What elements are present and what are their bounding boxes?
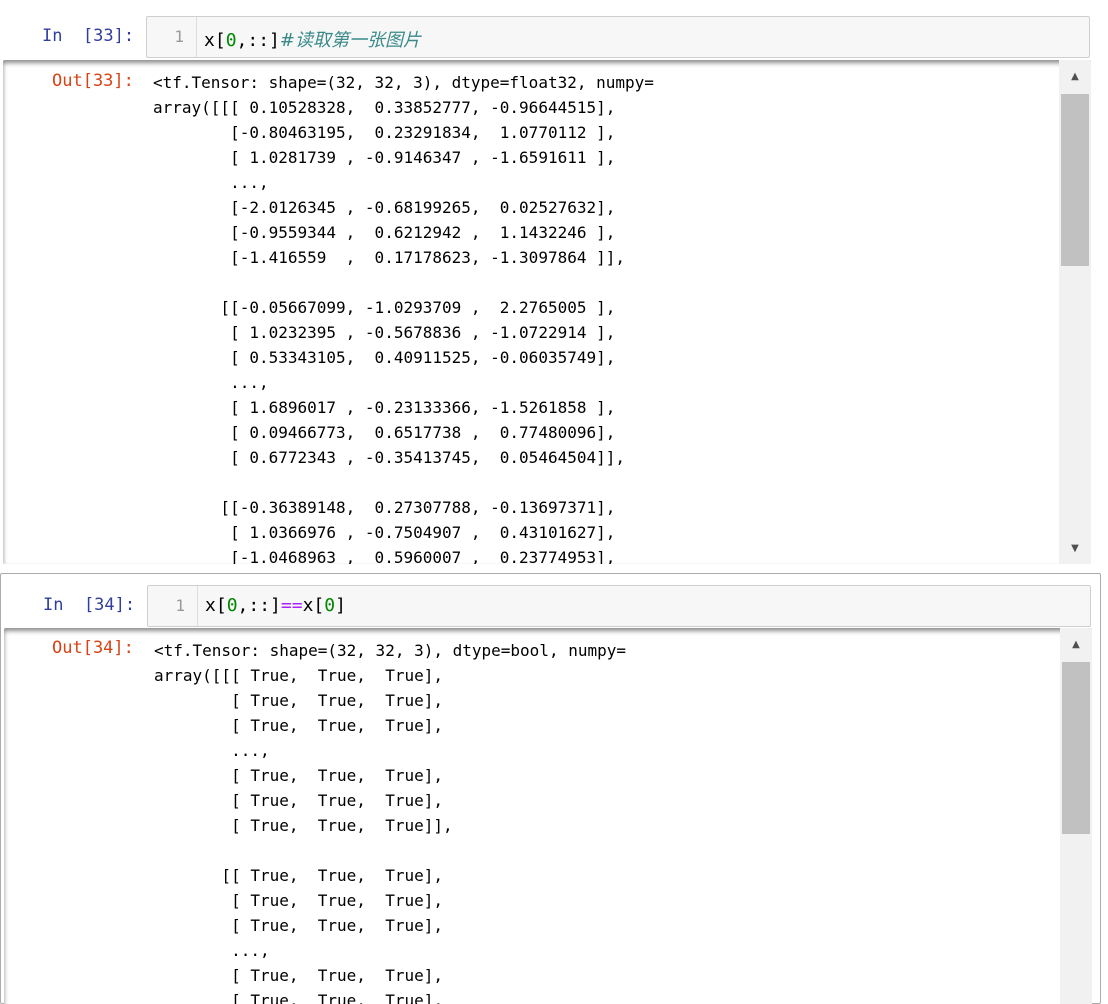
code-comment: #读取第一张图片	[279, 30, 421, 51]
code-token: x[	[204, 30, 226, 51]
line-number-gutter: 1	[147, 17, 197, 57]
output-scrollbar[interactable]: ▲	[1060, 628, 1092, 1004]
code-token: ]	[335, 595, 346, 616]
code-number: 0	[225, 30, 237, 51]
code-input-area[interactable]: 1 x[0,::]#读取第一张图片	[146, 16, 1090, 58]
output-scrollbar[interactable]: ▲ ▼	[1059, 60, 1091, 564]
code-line[interactable]: x[0,::]#读取第一张图片	[204, 26, 421, 52]
line-number-gutter: 1	[148, 586, 198, 626]
output-area[interactable]: <tf.Tensor: shape=(32, 32, 3), dtype=boo…	[4, 628, 1092, 1004]
output-prompt: Out[34]:	[52, 638, 134, 658]
line-number: 1	[174, 27, 184, 46]
code-number: 0	[324, 595, 336, 616]
notebook-cell-34[interactable]: In [34]: 1 x[0,::]==x[0] <tf.Tensor: sha…	[0, 573, 1101, 1004]
line-number: 1	[175, 596, 185, 615]
scroll-up-arrow-icon[interactable]: ▲	[1059, 60, 1091, 92]
input-prompt: In [34]:	[43, 595, 136, 615]
output-area[interactable]: <tf.Tensor: shape=(32, 32, 3), dtype=flo…	[3, 60, 1091, 564]
output-text: <tf.Tensor: shape=(32, 32, 3), dtype=flo…	[153, 73, 654, 564]
code-line[interactable]: x[0,::]==x[0]	[205, 595, 346, 616]
code-token: ,::]	[236, 30, 280, 51]
notebook-cell-33[interactable]: In [33]: 1 x[0,::]#读取第一张图片 <tf.Tensor: s…	[0, 0, 1100, 570]
scroll-up-arrow-icon[interactable]: ▲	[1060, 628, 1092, 660]
code-token: x[	[205, 595, 227, 616]
scroll-down-arrow-icon[interactable]: ▼	[1059, 532, 1091, 564]
output-prompt: Out[33]:	[52, 71, 134, 91]
input-prompt: In [33]:	[42, 26, 135, 46]
code-operator: ==	[280, 595, 303, 616]
scrollbar-thumb[interactable]	[1061, 94, 1089, 266]
code-input-area[interactable]: 1 x[0,::]==x[0]	[147, 585, 1091, 627]
scrollbar-thumb[interactable]	[1062, 662, 1090, 834]
code-token: x[	[302, 595, 325, 616]
code-number: 0	[226, 595, 238, 616]
output-text: <tf.Tensor: shape=(32, 32, 3), dtype=boo…	[154, 641, 627, 1004]
code-token: ,::]	[237, 595, 281, 616]
